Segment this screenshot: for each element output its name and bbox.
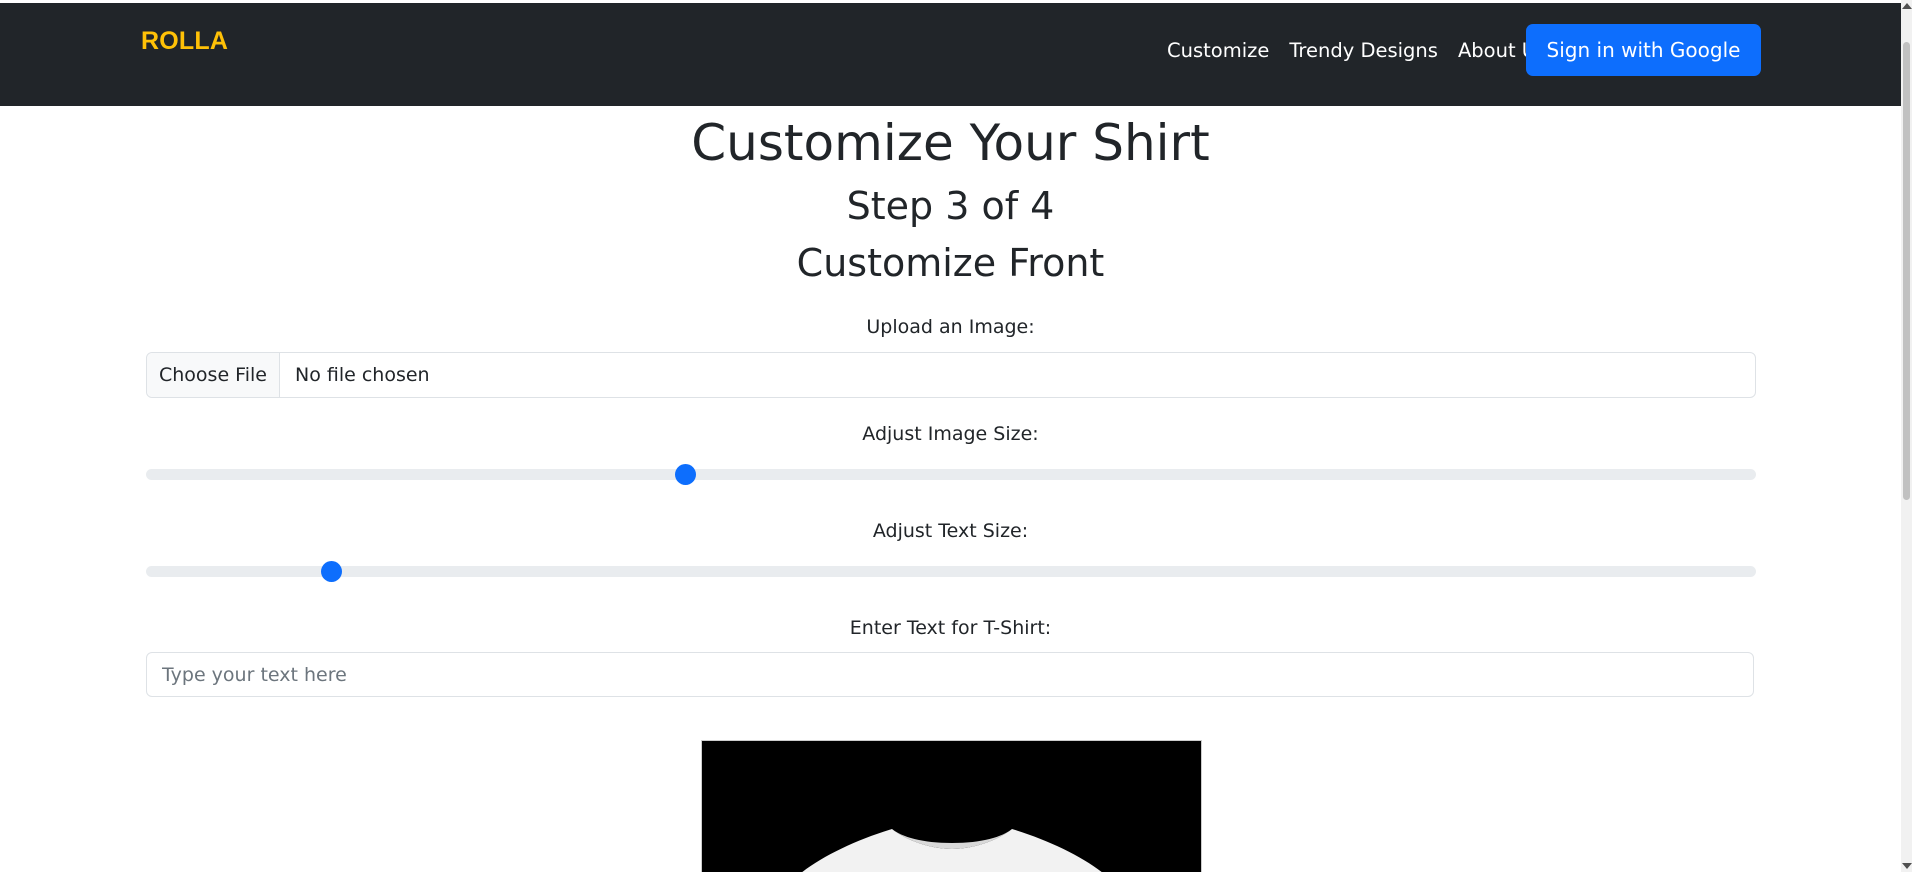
text-size-slider[interactable] [146,561,1756,582]
sign-in-google-button[interactable]: Sign in with Google [1526,24,1761,76]
image-size-slider-thumb[interactable] [675,464,697,485]
navbar: ROLLA Customize Trendy Designs About Us … [0,3,1901,106]
text-size-slider-thumb[interactable] [321,561,343,582]
page-scrollbar[interactable] [1901,0,1912,872]
choose-file-button[interactable]: Choose File [147,353,280,397]
scrollbar-thumb[interactable] [1903,42,1910,500]
brand-logo[interactable]: ROLLA [141,27,228,56]
image-size-label: Adjust Image Size: [862,423,1039,445]
nav-links: Customize Trendy Designs About Us [1167,39,1566,62]
main-content: Customize Your Shirt Step 3 of 4 Customi… [0,106,1901,292]
tshirt-preview-image [702,741,1201,872]
upload-label: Upload an Image: [866,316,1035,338]
page: ROLLA Customize Trendy Designs About Us … [0,0,1912,872]
image-upload-input[interactable]: Choose File No file chosen [146,352,1756,398]
nav-link-customize[interactable]: Customize [1167,39,1269,62]
tshirt-preview [701,740,1202,872]
section-title: Customize Front [796,241,1105,285]
tshirt-text-input[interactable] [146,652,1754,697]
page-title: Customize Your Shirt [691,114,1210,172]
step-indicator: Step 3 of 4 [846,184,1055,228]
nav-link-trendy-designs[interactable]: Trendy Designs [1289,39,1438,62]
scroll-down-arrow-icon[interactable] [1902,863,1912,869]
image-size-slider[interactable] [146,464,1756,485]
scroll-up-arrow-icon[interactable] [1902,3,1912,9]
tshirt-text-label: Enter Text for T-Shirt: [849,617,1052,639]
text-size-label: Adjust Text Size: [872,520,1029,542]
file-status-text: No file chosen [295,364,430,386]
